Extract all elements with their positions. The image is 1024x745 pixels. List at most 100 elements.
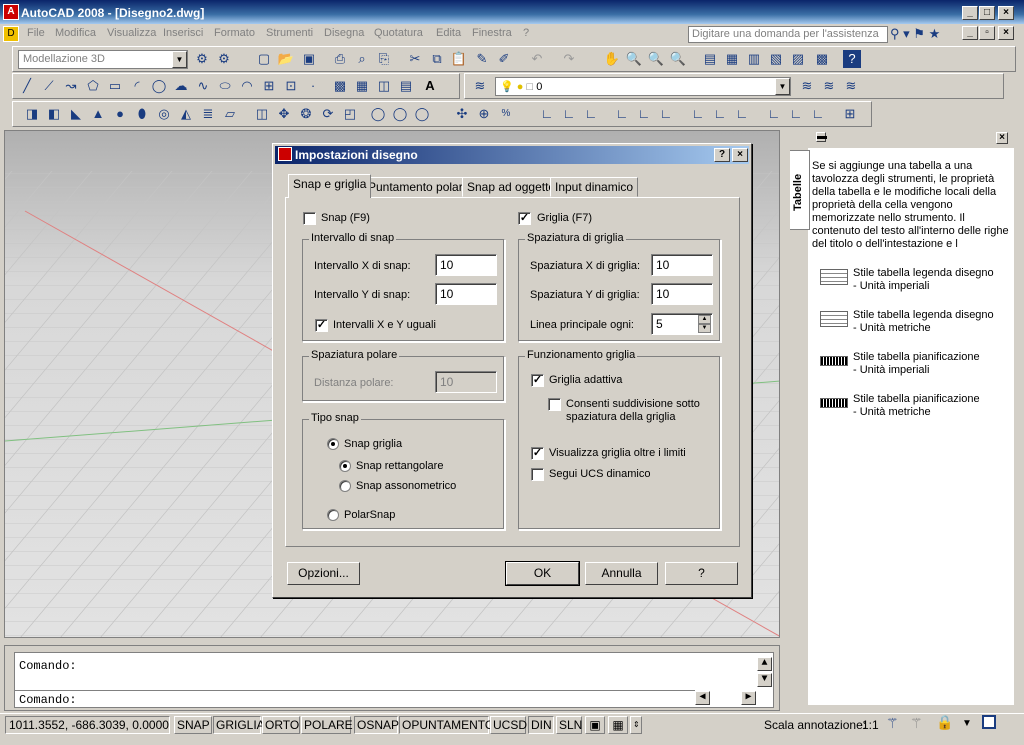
ortho-toggle[interactable]: ORTO — [262, 716, 300, 734]
ellipse-arc-icon[interactable]: ◠ — [238, 77, 256, 95]
grid-snap-radio[interactable] — [327, 438, 339, 450]
doc-minimize-button[interactable]: _ — [962, 26, 978, 40]
palette-menu-icon[interactable]: ▬ — [816, 132, 827, 142]
layer-manager-icon[interactable]: ≋ — [471, 77, 489, 95]
3d-align-icon[interactable]: % — [497, 105, 515, 123]
wedge-icon[interactable]: ◣ — [67, 105, 85, 123]
multiline-text-icon[interactable]: A — [421, 77, 439, 95]
line-icon[interactable]: ╱ — [18, 77, 36, 95]
equal-xy-checkbox[interactable]: ✓ — [315, 319, 328, 332]
design-center-icon[interactable]: ▦ — [723, 50, 741, 68]
polysolid-icon[interactable]: ◨ — [23, 105, 41, 123]
communication-icon[interactable]: ⚑ — [913, 26, 925, 41]
rectangular-snap-radio[interactable] — [339, 460, 351, 472]
print-icon[interactable]: ⎙ — [331, 50, 349, 68]
snap-on-checkbox[interactable] — [303, 212, 316, 225]
grid-y-input[interactable]: 10 — [651, 283, 713, 305]
3d-move-icon[interactable]: ✣ — [453, 105, 471, 123]
scroll-right-icon[interactable]: ▶ — [741, 691, 756, 705]
subtract-icon[interactable]: ◯ — [391, 105, 409, 123]
status-menu-icon[interactable]: ▼ — [962, 718, 972, 729]
ucs-x-icon[interactable]: ∟ — [765, 105, 783, 123]
cancel-button[interactable]: Annulla — [585, 562, 658, 585]
annotation-scale-value[interactable]: 1:1 — [862, 718, 879, 732]
help-icon[interactable]: ? — [843, 50, 861, 68]
ucs-world-icon[interactable]: ∟ — [560, 105, 578, 123]
ucs-face-icon[interactable]: ∟ — [613, 105, 631, 123]
planar-surface-icon[interactable]: ▱ — [221, 105, 239, 123]
isometric-snap-radio[interactable] — [339, 480, 351, 492]
dialog-close-button[interactable]: × — [732, 148, 748, 162]
minimize-button[interactable]: _ — [962, 6, 978, 20]
palette-scrollbar[interactable] — [1014, 128, 1024, 705]
construction-line-icon[interactable]: ⟋ — [40, 77, 58, 95]
spline-icon[interactable]: ∿ — [194, 77, 212, 95]
zoom-window-icon[interactable]: 🔍 — [647, 50, 665, 68]
scroll-down-icon[interactable]: ▼ — [757, 673, 772, 687]
lwt-toggle[interactable]: SLN — [556, 716, 582, 734]
cylinder-icon[interactable]: ⬮ — [133, 105, 151, 123]
sphere-icon[interactable]: ● — [111, 105, 129, 123]
snap-toggle[interactable]: SNAP — [174, 716, 212, 734]
save-icon[interactable]: ▣ — [300, 50, 318, 68]
grid-on-checkbox[interactable]: ✓ — [518, 212, 531, 225]
publish-icon[interactable]: ⎘ — [375, 50, 393, 68]
sweep-icon[interactable]: ❂ — [297, 105, 315, 123]
rectangle-icon[interactable]: ▭ — [106, 77, 124, 95]
zoom-realtime-icon[interactable]: 🔍 — [625, 50, 643, 68]
cone-icon[interactable]: ▲ — [89, 105, 107, 123]
make-block-icon[interactable]: ⊡ — [282, 77, 300, 95]
tab-snap-grid[interactable]: Snap e griglia — [288, 174, 372, 198]
close-button[interactable]: × — [998, 6, 1014, 20]
ucs-z-icon[interactable]: ∟ — [809, 105, 827, 123]
tool-palettes-icon[interactable]: ▥ — [745, 50, 763, 68]
help-search-input[interactable]: Digitare una domanda per l'assistenza — [688, 26, 888, 43]
auto-scale-icon[interactable]: ⚚ — [910, 715, 923, 732]
palette-item[interactable]: Stile tabella pianificazione - Unità imp… — [820, 351, 1010, 381]
otrack-toggle[interactable]: OPUNTAMENTO — [399, 716, 494, 734]
spin-down-icon[interactable]: ▼ — [698, 324, 711, 333]
menu-formato[interactable]: Formato — [214, 27, 255, 39]
workspace-save-icon[interactable]: ⚙ — [215, 50, 233, 68]
grid-x-input[interactable]: 10 — [651, 254, 713, 276]
ucs-icon[interactable]: ∟ — [538, 105, 556, 123]
help-button[interactable]: ? — [665, 562, 738, 585]
revision-cloud-icon[interactable]: ☁ — [172, 77, 190, 95]
revolve-icon[interactable]: ⟳ — [319, 105, 337, 123]
hatch-icon[interactable]: ▩ — [331, 77, 349, 95]
command-prompt[interactable]: Comando: — [19, 693, 77, 707]
ellipse-icon[interactable]: ⬭ — [216, 77, 234, 95]
menu-finestra[interactable]: Finestra — [472, 27, 512, 39]
calculator-icon[interactable]: ▩ — [813, 50, 831, 68]
polar-snap-radio[interactable] — [327, 509, 339, 521]
palette-item[interactable]: Stile tabella legenda disegno - Unità im… — [820, 267, 1010, 297]
menu-quotatura[interactable]: Quotatura — [374, 27, 423, 39]
ucs-zaxis-icon[interactable]: ∟ — [711, 105, 729, 123]
polygon-icon[interactable]: ⬠ — [84, 77, 102, 95]
palette-item[interactable]: Stile tabella pianificazione - Unità met… — [820, 393, 1010, 423]
cut-icon[interactable]: ✂ — [406, 50, 424, 68]
palette-close-icon[interactable]: × — [996, 132, 1008, 144]
open-file-icon[interactable]: 📂 — [277, 50, 295, 68]
table-icon[interactable]: ▤ — [397, 77, 415, 95]
ucs-view-icon[interactable]: ∟ — [657, 105, 675, 123]
point-icon[interactable]: · — [304, 77, 322, 95]
menu-disegna[interactable]: Disegna — [324, 27, 364, 39]
maximize-button[interactable]: □ — [979, 6, 995, 20]
apply-ucs-icon[interactable]: ⊞ — [841, 105, 859, 123]
union-icon[interactable]: ◯ — [369, 105, 387, 123]
dyn-toggle[interactable]: DIN — [528, 716, 554, 734]
annotation-visibility-icon[interactable]: ⚚ — [886, 715, 899, 732]
new-file-icon[interactable]: ▢ — [255, 50, 273, 68]
markup-icon[interactable]: ▨ — [789, 50, 807, 68]
menu-modifica[interactable]: Modifica — [55, 27, 96, 39]
region-icon[interactable]: ◫ — [375, 77, 393, 95]
polyline-icon[interactable]: ↝ — [62, 77, 80, 95]
ducs-toggle[interactable]: UCSD — [490, 716, 527, 734]
tab-dynamic-input[interactable]: Input dinamico — [550, 177, 639, 197]
ok-button[interactable]: OK — [505, 561, 580, 586]
lock-icon[interactable]: 🔒 — [936, 714, 953, 731]
menu-strumenti[interactable]: Strumenti — [266, 27, 313, 39]
extrude-icon[interactable]: ◫ — [253, 105, 271, 123]
gradient-icon[interactable]: ▦ — [353, 77, 371, 95]
